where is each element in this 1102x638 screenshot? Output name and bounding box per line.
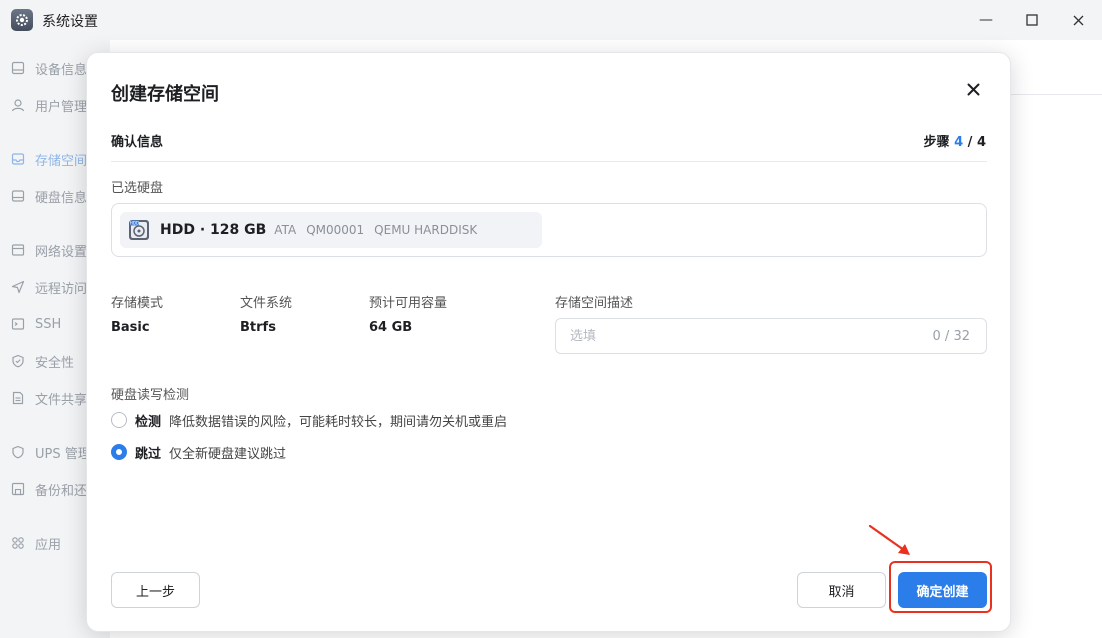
disk-model: QEMU HARDDISK — [374, 223, 478, 237]
radio-check-label: 检测 — [135, 414, 162, 430]
disk-chip: HDD HDD · 128 GB ATA QM00001 QEMU HARDDI… — [120, 212, 542, 248]
radio-button-selected[interactable] — [111, 444, 127, 460]
radio-skip-desc: 仅全新硬盘建议跳过 — [169, 446, 287, 462]
storage-mode-value: Basic — [111, 320, 150, 335]
disk-serial: QM00001 — [306, 223, 365, 237]
storage-mode-label: 存储模式 — [111, 296, 164, 311]
sidebar-item-label: UPS 管理 — [35, 446, 91, 462]
shield-check-icon — [11, 354, 25, 368]
radio-skip-label: 跳过 — [135, 446, 162, 462]
storage-icon — [11, 152, 25, 166]
sidebar-item-label: 用户管理 — [35, 99, 88, 115]
network-icon — [11, 243, 25, 257]
radio-check-desc: 降低数据错误的风险，可能耗时较长，期间请勿关机或重启 — [169, 414, 508, 430]
description-field: 0 / 32 — [555, 318, 987, 354]
previous-step-button[interactable]: 上一步 — [111, 572, 200, 608]
filesystem-label: 文件系统 — [240, 296, 293, 311]
settings-gear-icon — [11, 9, 33, 31]
file-icon — [11, 391, 25, 405]
description-counter: 0 / 32 — [932, 329, 970, 344]
sidebar-item-label: 硬盘信息 — [35, 190, 88, 206]
device-icon — [11, 61, 25, 75]
sidebar-item-label: SSH — [35, 316, 62, 332]
send-icon — [11, 280, 25, 294]
title-bar: 系统设置 — — [0, 0, 1102, 40]
capacity-value: 64 GB — [369, 320, 413, 335]
minimize-button[interactable]: — — [973, 8, 999, 32]
terminal-icon — [11, 317, 25, 331]
disk-name: HDD · 128 GB — [160, 222, 267, 238]
selected-disks-box: HDD HDD · 128 GB ATA QM00001 QEMU HARDDI… — [111, 203, 987, 257]
disk-check-label: 硬盘读写检测 — [111, 388, 190, 403]
radio-skip[interactable]: 跳过 仅全新硬盘建议跳过 — [111, 442, 286, 462]
step-indicator: 步骤 4 / 4 — [924, 131, 986, 150]
dialog-close-button[interactable] — [964, 81, 982, 99]
sidebar-item-label: 安全性 — [35, 355, 75, 371]
sidebar-item-label: 存储空间 — [35, 153, 88, 169]
content-divider — [1010, 94, 1102, 95]
selected-disks-label: 已选硬盘 — [111, 181, 164, 196]
capacity-label: 预计可用容量 — [369, 296, 448, 311]
maximize-button[interactable] — [1019, 8, 1045, 32]
step-prefix: 步骤 — [923, 135, 950, 150]
section-title: 确认信息 — [111, 135, 164, 150]
window-close-button[interactable] — [1065, 8, 1091, 32]
sidebar-item-label: 网络设置 — [35, 244, 88, 260]
filesystem-value: Btrfs — [240, 320, 276, 335]
description-input[interactable] — [557, 320, 917, 352]
shield-icon — [11, 445, 25, 459]
cancel-button[interactable]: 取消 — [797, 572, 886, 608]
create-storage-dialog: 创建存储空间 确认信息 步骤 4 / 4 已选硬盘 HDD HDD · 128 … — [86, 52, 1011, 632]
description-label: 存储空间描述 — [555, 296, 634, 311]
section-divider — [111, 161, 987, 162]
step-total: / 4 — [967, 135, 986, 150]
confirm-create-button[interactable]: 确定创建 — [898, 572, 987, 608]
backup-icon — [11, 482, 25, 496]
sidebar-item-label: 远程访问 — [35, 281, 88, 297]
disk-icon — [11, 189, 25, 203]
user-icon — [11, 98, 25, 112]
svg-text:HDD: HDD — [130, 221, 139, 226]
disk-bus: ATA — [274, 223, 297, 237]
sidebar-item-label: 设备信息 — [35, 62, 88, 78]
sidebar-item-label: 文件共享 — [35, 392, 88, 408]
sidebar-item-label: 应用 — [35, 537, 62, 553]
window-title: 系统设置 — [42, 14, 98, 30]
radio-check[interactable]: 检测 降低数据错误的风险，可能耗时较长，期间请勿关机或重启 — [111, 410, 507, 430]
step-current: 4 — [954, 135, 964, 150]
hdd-icon: HDD — [129, 220, 149, 240]
apps-icon — [11, 536, 25, 550]
dialog-title: 创建存储空间 — [111, 84, 219, 105]
close-icon — [967, 81, 980, 100]
radio-button[interactable] — [111, 412, 127, 428]
